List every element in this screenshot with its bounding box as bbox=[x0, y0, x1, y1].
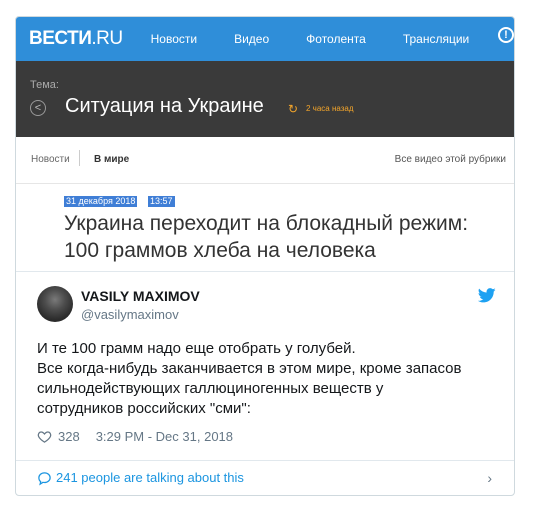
vesti-header: ВЕСТИ.RU Новости Видео Фотолента Трансля… bbox=[16, 17, 514, 61]
twitter-bird-icon[interactable] bbox=[477, 288, 496, 308]
article-headline: Украина переходит на блокадный режим: 10… bbox=[64, 212, 469, 262]
tweet-text-line: сотрудников российских "сми": bbox=[37, 400, 251, 417]
back-icon[interactable]: < bbox=[30, 100, 46, 116]
theme-bar: Тема: < Ситуация на Украине ↻ 2 часа наз… bbox=[16, 61, 514, 137]
breadcrumb-news[interactable]: Новости bbox=[31, 154, 70, 165]
speech-bubble-icon bbox=[38, 472, 51, 486]
tweet-text-line: сильнодействующих галлюциногенных вещест… bbox=[37, 380, 384, 397]
nav-item-photo[interactable]: Фотолента bbox=[306, 32, 366, 46]
vesti-logo[interactable]: ВЕСТИ.RU bbox=[29, 28, 123, 50]
all-videos-link[interactable]: Все видео этой рубрики bbox=[395, 154, 506, 165]
media-divider bbox=[16, 271, 514, 272]
like-count[interactable]: 328 bbox=[58, 429, 80, 444]
article-date: 31 декабря 2018 bbox=[64, 196, 138, 207]
nav-item-video[interactable]: Видео bbox=[234, 32, 269, 46]
tweet-text-line: Все когда-нибудь заканчивается в этом ми… bbox=[37, 360, 462, 377]
author-name[interactable]: VASILY MAXIMOV bbox=[81, 288, 200, 304]
author-handle[interactable]: @vasilymaximov bbox=[81, 307, 179, 322]
breadcrumb-divider bbox=[79, 150, 80, 166]
avatar[interactable] bbox=[37, 286, 73, 322]
breadcrumb: Новости В мире Все видео этой рубрики bbox=[16, 137, 514, 184]
theme-title[interactable]: Ситуация на Украине bbox=[65, 95, 264, 118]
tweet-card: ВЕСТИ.RU Новости Видео Фотолента Трансля… bbox=[15, 16, 515, 496]
heart-icon[interactable] bbox=[37, 429, 52, 444]
theme-updated: 2 часа назад bbox=[306, 104, 354, 113]
article-time: 13:57 bbox=[148, 196, 175, 207]
article-header: 31 декабря 2018 13:57 Украина переходит … bbox=[16, 184, 514, 272]
breadcrumb-world[interactable]: В мире bbox=[94, 154, 129, 165]
nav-item-news[interactable]: Новости bbox=[151, 32, 197, 46]
tweet-text: И те 100 грамм надо еще отобрать у голуб… bbox=[37, 339, 502, 419]
info-icon[interactable]: ! bbox=[498, 27, 514, 43]
talking-about-link[interactable]: 241 people are talking about this bbox=[56, 470, 244, 485]
chevron-right-icon[interactable]: › bbox=[487, 470, 492, 486]
tweet-text-line: И те 100 грамм надо еще отобрать у голуб… bbox=[37, 340, 356, 357]
tweet-meta: 328 3:29 PM - Dec 31, 2018 bbox=[37, 429, 233, 444]
theme-label: Тема: bbox=[30, 79, 59, 91]
vesti-nav: Новости Видео Фотолента Трансляции bbox=[151, 32, 507, 46]
tweet-footer[interactable]: 241 people are talking about this › bbox=[16, 460, 514, 495]
nav-item-broadcasts[interactable]: Трансляции bbox=[403, 32, 469, 46]
refresh-icon: ↻ bbox=[288, 102, 299, 116]
tweet-timestamp[interactable]: 3:29 PM - Dec 31, 2018 bbox=[96, 429, 233, 444]
